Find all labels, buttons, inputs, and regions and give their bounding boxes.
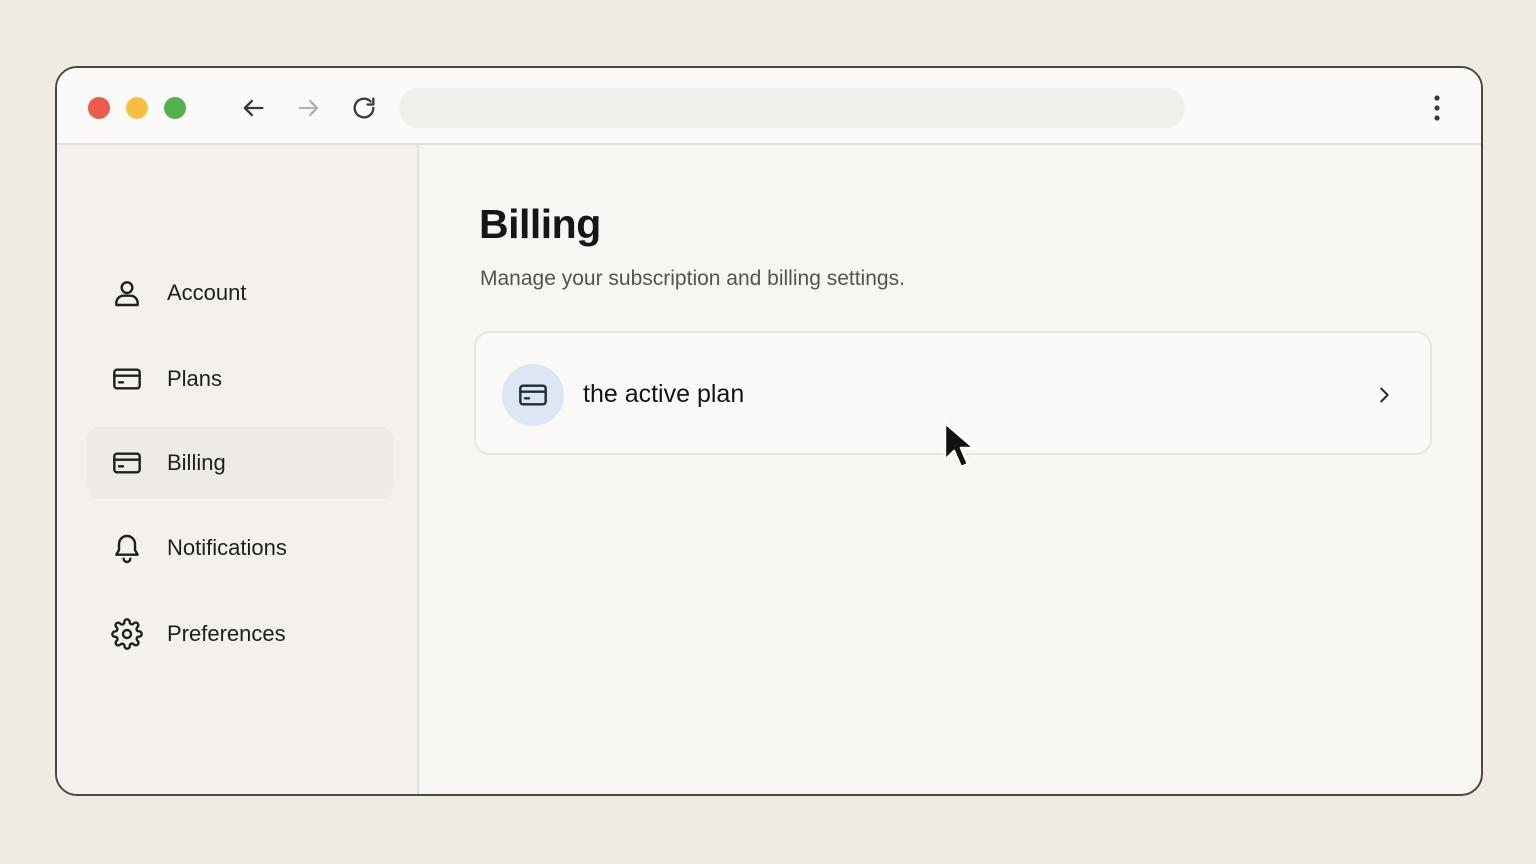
user-icon: [110, 276, 144, 310]
plan-icon-badge: [502, 364, 564, 426]
maximize-window-button[interactable]: [164, 97, 186, 119]
reload-icon: [353, 97, 375, 119]
sidebar-item-label: Plans: [167, 366, 223, 391]
settings-sidebar: Account Plans Billing Notifications Pref: [57, 145, 419, 794]
forward-button[interactable]: [293, 92, 325, 124]
credit-card-icon: [519, 384, 547, 406]
sidebar-item-label: Account: [167, 280, 247, 305]
bell-icon: [110, 531, 144, 565]
sidebar-item-account[interactable]: Account: [87, 257, 393, 329]
browser-window: Account Plans Billing Notifications Pref: [55, 66, 1483, 796]
credit-card-icon: [110, 446, 144, 480]
gear-icon: [110, 617, 144, 651]
sidebar-item-billing[interactable]: Billing: [87, 427, 393, 499]
chevron-right-icon[interactable]: [1372, 381, 1396, 409]
page-subtitle: Manage your subscription and billing set…: [480, 267, 905, 290]
sidebar-item-label: Preferences: [167, 621, 286, 646]
close-window-button[interactable]: [88, 97, 110, 119]
arrow-right-icon: [298, 99, 319, 117]
reload-button[interactable]: [348, 92, 380, 124]
more-vertical-icon: [1434, 95, 1440, 121]
sidebar-item-plans[interactable]: Plans: [87, 343, 393, 415]
credit-card-icon: [110, 362, 144, 396]
minimize-window-button[interactable]: [126, 97, 148, 119]
page-title: Billing: [479, 201, 601, 247]
address-bar[interactable]: [399, 88, 1185, 128]
sidebar-item-notifications[interactable]: Notifications: [87, 512, 393, 584]
arrow-left-icon: [243, 99, 264, 117]
browser-menu-button[interactable]: [1423, 92, 1451, 124]
sidebar-item-preferences[interactable]: Preferences: [87, 598, 393, 670]
mouse-pointer-icon: [943, 421, 976, 469]
browser-toolbar: [57, 68, 1481, 145]
back-button[interactable]: [237, 92, 269, 124]
sidebar-item-label: Billing: [167, 450, 226, 475]
sidebar-item-label: Notifications: [167, 535, 287, 560]
card-title: the active plan: [583, 380, 745, 408]
